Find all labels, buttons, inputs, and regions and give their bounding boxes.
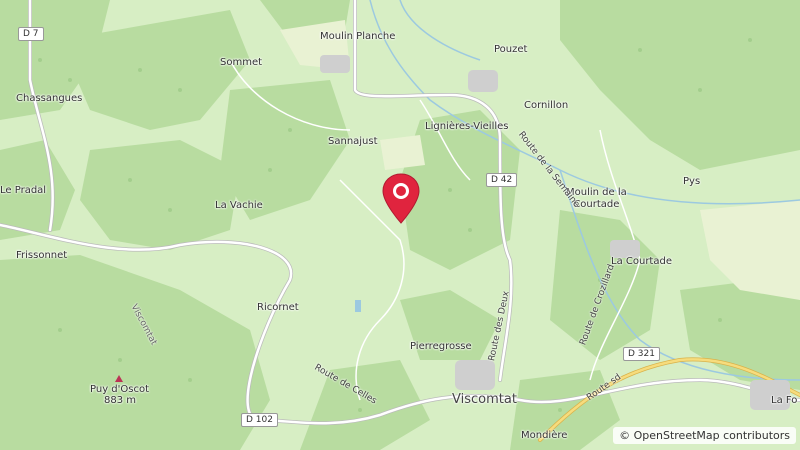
place-ricornet: Ricornet [257, 302, 299, 313]
place-le-pradal: Le Pradal [0, 185, 47, 196]
place-pys: Pys [683, 176, 701, 187]
map-canvas[interactable] [0, 0, 800, 450]
place-sommet: Sommet [220, 57, 263, 68]
road-shield-d102: D 102 [241, 413, 278, 427]
road-shield-d7: D 7 [18, 27, 44, 41]
map-pin-icon[interactable] [381, 173, 421, 225]
place-chassangues: Chassangues [16, 93, 83, 104]
place-pouzet: Pouzet [494, 44, 528, 55]
place-lignieres: Lignières-Vieilles [425, 121, 509, 132]
place-sannajust: Sannajust [328, 136, 378, 147]
map-attribution[interactable]: © OpenStreetMap contributors [613, 427, 796, 444]
road-shield-d42: D 42 [486, 173, 518, 187]
place-la-vachie: La Vachie [215, 200, 263, 211]
place-frissonnet: Frissonnet [16, 250, 68, 261]
place-viscomtat: Viscomtat [452, 392, 517, 407]
peak-elevation: 883 m [104, 395, 137, 406]
place-moulin-planche: Moulin Planche [320, 31, 396, 42]
place-la-fo: La Fo [771, 395, 798, 406]
place-la-courtade: La Courtade [611, 256, 672, 267]
place-pierregrosse: Pierregrosse [410, 341, 472, 352]
place-cornillon: Cornillon [524, 100, 569, 111]
place-mondiere: Mondière [521, 430, 568, 441]
road-shield-d321: D 321 [623, 347, 660, 361]
attribution-text[interactable]: © OpenStreetMap contributors [619, 429, 790, 442]
